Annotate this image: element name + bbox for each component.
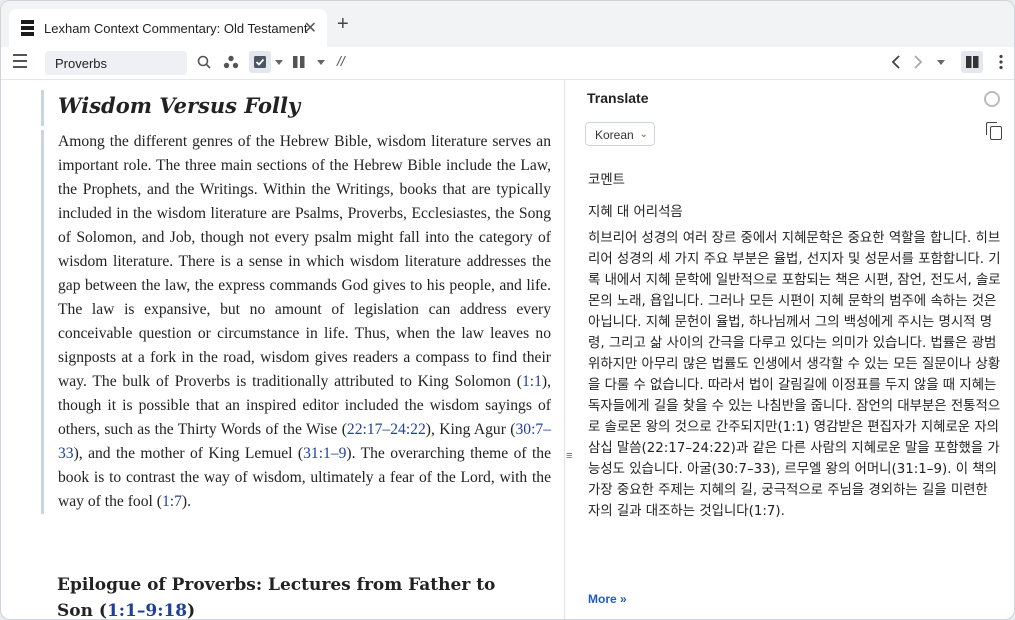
language-value: Korean — [595, 128, 634, 142]
commentary-pane: Wisdom Versus Folly Among the different … — [1, 80, 564, 620]
paragraph-text: Among the different genres of the Hebrew… — [58, 133, 551, 390]
selection-toggle-button[interactable] — [249, 51, 271, 73]
drag-handle-icon[interactable]: ≡ — [566, 450, 572, 462]
search-icon[interactable] — [197, 55, 211, 69]
translated-label: 코멘트 — [588, 173, 625, 188]
scripture-link[interactable]: 31:1–9 — [303, 445, 346, 462]
split-view-button[interactable] — [961, 51, 983, 73]
columns-chevron-down-icon[interactable] — [317, 60, 325, 66]
toolbar: // — [1, 47, 1014, 80]
language-select[interactable]: Korean ⌄ — [585, 122, 655, 146]
tab-commentary[interactable]: Lexham Context Commentary: Old Testament… — [9, 9, 327, 47]
parallel-resources-button[interactable]: // — [337, 53, 345, 69]
close-tab-icon[interactable]: ✕ — [304, 18, 317, 38]
translate-heading: Translate — [587, 90, 649, 106]
visual-filter-icon[interactable] — [223, 55, 239, 69]
section-title: Wisdom Versus Folly — [41, 90, 300, 126]
back-arrow-icon[interactable] — [891, 55, 901, 69]
scripture-link[interactable]: 1:1 — [522, 373, 542, 390]
tab-bar: Lexham Context Commentary: Old Testament… — [1, 1, 1014, 47]
translate-panel: Translate Korean ⌄ 코멘트 지혜 대 어리석음 히브리어 성경의… — [575, 80, 1014, 619]
history-chevron-down-icon[interactable] — [937, 60, 945, 66]
new-tab-button[interactable]: + — [337, 13, 349, 36]
menu-icon[interactable] — [13, 54, 27, 72]
copy-icon[interactable] — [986, 122, 1002, 140]
more-link[interactable]: More » — [588, 592, 627, 606]
paragraph-text: ). — [181, 493, 191, 510]
columns-icon[interactable] — [293, 55, 305, 69]
translated-title: 지혜 대 어리석음 — [588, 205, 683, 220]
forward-arrow-icon[interactable] — [913, 55, 923, 69]
reference-search-input[interactable] — [45, 51, 187, 75]
scripture-link[interactable]: 1:1–9:18 — [107, 601, 187, 619]
commentary-paragraph: Among the different genres of the Hebrew… — [41, 130, 551, 514]
chevron-down-icon[interactable] — [275, 60, 283, 66]
chevron-down-icon: ⌄ — [639, 129, 648, 140]
subsection-heading-end: ) — [187, 601, 196, 620]
pane-splitter[interactable]: ≡ — [564, 80, 575, 619]
more-options-icon[interactable] — [998, 54, 1004, 70]
paragraph-text: ), and the mother of King Lemuel ( — [73, 445, 304, 462]
subsection-heading: Epilogue of Proverbs: Lectures from Fath… — [57, 572, 537, 620]
scripture-link[interactable]: 1:7 — [162, 493, 182, 510]
tab-title: Lexham Context Commentary: Old Testament — [44, 20, 308, 36]
app-window: Lexham Context Commentary: Old Testament… — [0, 0, 1015, 620]
checkbox-icon — [254, 56, 266, 68]
status-circle-icon[interactable] — [984, 91, 1000, 107]
split-panel-icon — [966, 56, 979, 68]
lexham-logo-icon — [21, 20, 34, 36]
translated-body: 히브리어 성경의 여러 장르 중에서 지혜문학은 중요한 역할을 합니다. 히브… — [588, 231, 1001, 519]
paragraph-text: ), King Agur ( — [425, 421, 516, 438]
scripture-link[interactable]: 22:17–24:22 — [347, 421, 426, 438]
